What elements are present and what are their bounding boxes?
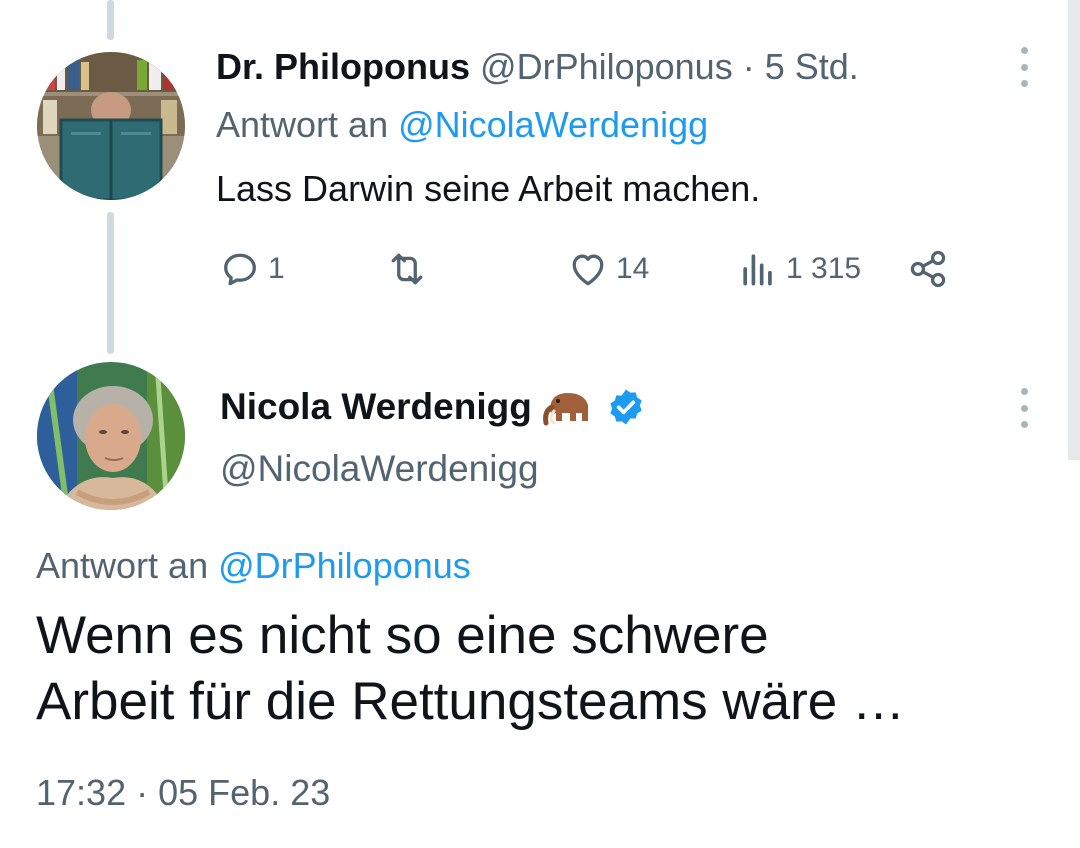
more-vertical-icon: [1020, 404, 1028, 412]
author-handle[interactable]: @DrPhiloponus: [480, 46, 733, 87]
like-count: 14: [616, 252, 650, 285]
reply-mention-link[interactable]: @DrPhiloponus: [218, 545, 471, 586]
reply-context: Antwort an @NicolaWerdenigg: [216, 100, 708, 150]
tweet-text-line: Arbeit für die Rettungsteams wäre …: [36, 672, 905, 731]
share-button[interactable]: [906, 247, 950, 291]
scrollbar[interactable]: [1068, 0, 1080, 460]
thread-line-top: [107, 0, 114, 40]
verified-badge-icon: [610, 389, 642, 425]
separator: ·: [742, 46, 755, 87]
heart-icon: [572, 254, 604, 286]
more-vertical-icon: [1020, 63, 1028, 71]
reply-context: Antwort an @DrPhiloponus: [36, 541, 471, 591]
tweet1-header: Dr. Philoponus @DrPhiloponus · 5 Std.: [216, 42, 859, 92]
more-vertical-icon: [1020, 47, 1028, 54]
author-name[interactable]: Dr. Philoponus: [216, 46, 470, 87]
views-icon: [743, 254, 772, 286]
tweet-text: Wenn es nicht so eine schwere Arbeit für…: [36, 603, 1056, 735]
more-vertical-icon: [1020, 80, 1028, 87]
tweet-text-line: Wenn es nicht so eine schwere: [36, 606, 769, 665]
reply-button[interactable]: 1: [218, 247, 285, 291]
tweet-text: Lass Darwin seine Arbeit machen.: [216, 168, 761, 209]
views-count: 1 315: [786, 252, 862, 285]
tweet-date: 05 Feb. 23: [158, 772, 331, 813]
tweet2-author-row: Nicola Werdenigg: [220, 382, 646, 432]
like-button[interactable]: 14: [566, 247, 649, 291]
retweet-icon: [391, 253, 423, 285]
reply-icon: [224, 253, 256, 286]
thread-line-connector: [107, 212, 114, 354]
avatar-image: [37, 52, 185, 200]
reply-prefix: Antwort an: [36, 545, 209, 586]
author-name[interactable]: Nicola Werdenigg: [220, 382, 532, 432]
tweet-timestamp[interactable]: 17:32 · 05 Feb. 23: [36, 768, 330, 818]
more-options-button[interactable]: [1014, 47, 1034, 87]
tweet-time: 17:32: [36, 772, 127, 813]
mammoth-emoji-icon: [542, 393, 588, 426]
avatar-image: [37, 362, 185, 510]
more-vertical-icon: [1020, 421, 1028, 428]
reply-count: 1: [268, 252, 285, 285]
timestamp[interactable]: 5 Std.: [765, 46, 859, 87]
reply-mention-link[interactable]: @NicolaWerdenigg: [398, 104, 708, 145]
more-options-button[interactable]: [1014, 388, 1034, 428]
views-button[interactable]: 1 315: [736, 247, 861, 291]
avatar-nicolawerdenigg[interactable]: [37, 362, 185, 510]
retweet-button[interactable]: [385, 247, 435, 291]
reply-prefix: Antwort an: [216, 104, 389, 145]
more-vertical-icon: [1020, 388, 1028, 395]
separator: ·: [136, 772, 149, 813]
avatar-drphiloponus[interactable]: [37, 52, 185, 200]
share-icon: [910, 250, 946, 288]
author-handle[interactable]: @NicolaWerdenigg: [220, 444, 539, 494]
